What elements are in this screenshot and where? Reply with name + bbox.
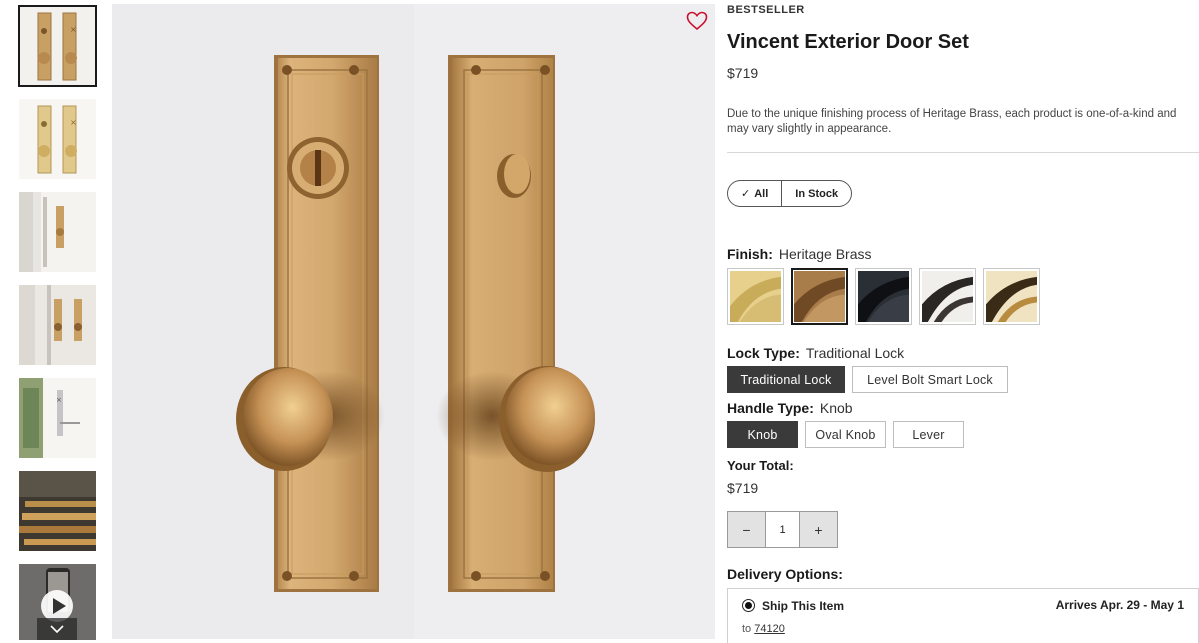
lock-option-smart[interactable]: Level Bolt Smart Lock [852, 366, 1008, 393]
product-main-image [112, 4, 715, 639]
zip-code-link[interactable]: 74120 [754, 623, 785, 635]
thumbnail-6[interactable] [19, 471, 96, 551]
bestseller-label: BESTSELLER [727, 4, 805, 16]
product-description: Due to the unique finishing process of H… [727, 108, 1177, 135]
ship-this-item-label: Ship This Item [762, 599, 845, 613]
svg-text:×: × [70, 25, 77, 34]
swatch-matte-black[interactable] [855, 268, 912, 325]
swatch-image [858, 271, 909, 322]
finish-value: Heritage Brass [778, 246, 872, 262]
svg-text:×: × [70, 118, 77, 127]
lock-type-options: Traditional Lock Level Bolt Smart Lock [727, 366, 1008, 393]
total-label: Your Total: [727, 458, 794, 473]
chevron-down-icon [50, 625, 64, 633]
swatch-image [986, 271, 1037, 322]
handle-option-lever[interactable]: Lever [893, 421, 964, 448]
handle-type-label: Handle Type: [727, 400, 814, 416]
finish-label: Finish: [727, 246, 773, 262]
availability-filter: ✓ All In Stock [727, 180, 853, 207]
delivery-options-label: Delivery Options: [727, 566, 843, 582]
handle-type-value: Knob [819, 400, 853, 416]
swatch-polished-nickel[interactable] [919, 268, 976, 325]
finish-label-row: Finish: Heritage Brass [727, 246, 871, 262]
brass-bars-thumb-image [19, 471, 96, 551]
thumbnail-3[interactable] [19, 192, 96, 272]
thumbnail-4[interactable] [19, 285, 96, 365]
handle-type-options: Knob Oval Knob Lever [727, 421, 964, 448]
filter-all-label: All [754, 187, 769, 200]
ship-radio[interactable] [742, 599, 755, 612]
heart-icon[interactable] [686, 11, 708, 31]
swatch-image [922, 271, 973, 322]
thumbnail-5[interactable]: × [19, 378, 96, 458]
filter-all-button[interactable]: ✓ All [728, 181, 781, 206]
lock-type-label-row: Lock Type: Traditional Lock [727, 345, 904, 361]
svg-text:×: × [56, 396, 62, 404]
lock-type-value: Traditional Lock [805, 345, 905, 361]
swatch-polished-brass[interactable] [983, 268, 1040, 325]
quantity-value[interactable]: 1 [765, 512, 800, 547]
exterior-door-thumb-image: × [19, 378, 96, 458]
arrival-estimate: Arrives Apr. 29 - May 1 [1055, 598, 1184, 612]
check-icon: ✓ [741, 188, 751, 200]
thumbnail-2[interactable]: × [19, 99, 96, 179]
filter-in-stock-button[interactable]: In Stock [781, 181, 851, 206]
door-scene-thumb-image [19, 192, 96, 272]
quantity-increase-button[interactable]: + [800, 512, 837, 547]
product-title: Vincent Exterior Door Set [727, 31, 969, 53]
quantity-decrease-button[interactable]: − [728, 512, 765, 547]
finish-swatches [727, 268, 1040, 325]
lock-option-traditional[interactable]: Traditional Lock [727, 366, 845, 393]
product-info-panel: BESTSELLER Vincent Exterior Door Set $71… [727, 0, 1199, 643]
swatch-image [730, 271, 781, 322]
swatch-satin-brass[interactable] [727, 268, 784, 325]
door-scene-thumb-image-2 [19, 285, 96, 365]
door-set-thumb-image-2: × [19, 99, 96, 179]
swatch-heritage-brass[interactable] [791, 268, 848, 325]
handle-option-knob[interactable]: Knob [727, 421, 798, 448]
product-price: $719 [727, 65, 759, 81]
divider [727, 152, 1199, 153]
handle-option-oval-knob[interactable]: Oval Knob [805, 421, 886, 448]
quantity-stepper: − 1 + [727, 511, 838, 548]
ship-to-row: to 74120 [742, 623, 785, 635]
door-set-thumb-image: × [19, 6, 96, 86]
ship-to-prefix: to [742, 623, 752, 635]
thumbnail-1[interactable]: × [18, 5, 97, 87]
handle-type-label-row: Handle Type: Knob [727, 400, 853, 416]
total-value: $719 [727, 480, 759, 496]
thumbnail-scroll-button[interactable] [37, 618, 77, 640]
lock-type-label: Lock Type: [727, 345, 800, 361]
filter-in-stock-label: In Stock [795, 187, 839, 200]
delivery-option-ship[interactable]: Ship This Item Arrives Apr. 29 - May 1 t… [727, 588, 1199, 643]
swatch-image [794, 271, 845, 322]
